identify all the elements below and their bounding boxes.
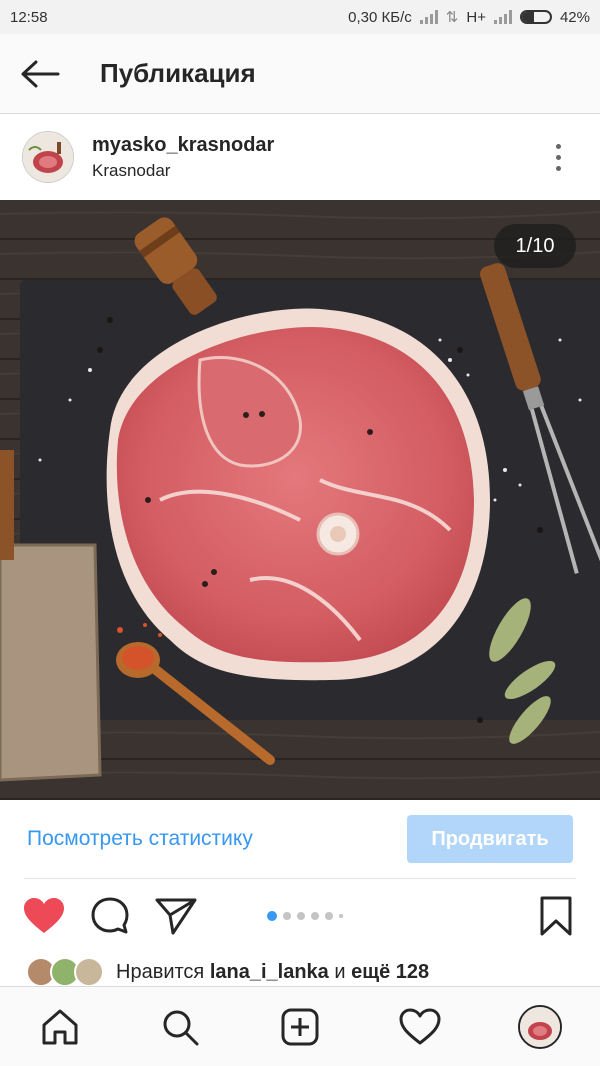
battery-percent: 42% bbox=[559, 8, 590, 26]
network-speed: 0,30 КБ/с bbox=[348, 8, 412, 26]
divider bbox=[24, 878, 576, 879]
more-options-button[interactable] bbox=[538, 127, 578, 187]
stats-row: Посмотреть статистику Продвигать bbox=[0, 800, 600, 878]
post-photo[interactable]: 1/10 bbox=[0, 200, 600, 800]
paper-plane-icon bbox=[155, 898, 197, 935]
view-stats-link[interactable]: Посмотреть статистику bbox=[27, 827, 253, 851]
home-icon bbox=[42, 1009, 78, 1044]
profile-avatar bbox=[518, 1004, 562, 1049]
bookmark-icon bbox=[540, 896, 572, 936]
network-type: H+ bbox=[466, 8, 486, 26]
nav-search[interactable] bbox=[150, 997, 210, 1057]
carousel-dot bbox=[267, 911, 277, 921]
signal-icon bbox=[419, 10, 438, 24]
post-header: myasko_krasnodar Krasnodar bbox=[0, 114, 600, 200]
promote-button[interactable]: Продвигать bbox=[407, 815, 573, 863]
heart-icon bbox=[399, 1008, 441, 1044]
liker-avatar bbox=[74, 957, 104, 987]
arrow-left-icon bbox=[21, 60, 60, 87]
likes-others[interactable]: ещё 128 bbox=[351, 961, 429, 983]
nav-profile[interactable] bbox=[510, 997, 570, 1057]
likes-connector: и bbox=[334, 960, 346, 983]
heart-filled-icon bbox=[24, 898, 64, 933]
nav-activity[interactable] bbox=[390, 997, 450, 1057]
liker-avatars[interactable] bbox=[26, 957, 106, 987]
post-actions bbox=[0, 880, 600, 952]
status-time: 12:58 bbox=[10, 8, 48, 26]
app-bar: Публикация bbox=[0, 34, 600, 114]
comment-icon bbox=[91, 897, 129, 934]
author-info: myasko_krasnodar Krasnodar bbox=[92, 134, 538, 181]
battery-icon bbox=[519, 10, 552, 24]
nav-home[interactable] bbox=[30, 997, 90, 1057]
photo-counter: 1/10 bbox=[494, 224, 576, 268]
carousel-dot bbox=[297, 912, 305, 920]
like-button[interactable] bbox=[22, 894, 66, 938]
back-button[interactable] bbox=[0, 34, 80, 114]
bottom-nav bbox=[0, 986, 600, 1066]
carousel-dot bbox=[325, 912, 333, 920]
nav-add-post[interactable] bbox=[270, 997, 330, 1057]
save-button[interactable] bbox=[534, 894, 578, 938]
status-bar: 12:58 0,30 КБ/с ⇅ H+ 42% bbox=[0, 0, 600, 34]
signal-icon-2 bbox=[493, 10, 512, 24]
carousel-dot bbox=[283, 912, 291, 920]
location[interactable]: Krasnodar bbox=[92, 161, 538, 181]
page-title: Публикация bbox=[100, 58, 256, 88]
carousel-dot bbox=[311, 912, 319, 920]
liker-username[interactable]: lana_i_lanka bbox=[210, 961, 329, 983]
username[interactable]: myasko_krasnodar bbox=[92, 134, 538, 157]
data-transfer-icon: ⇅ bbox=[445, 9, 459, 26]
likes-prefix: Нравится bbox=[116, 960, 205, 983]
likes-text[interactable]: Нравится lana_i_lanka и ещё 128 bbox=[116, 961, 429, 984]
status-right: 0,30 КБ/с ⇅ H+ 42% bbox=[348, 8, 590, 27]
author-avatar[interactable] bbox=[22, 131, 74, 183]
comment-button[interactable] bbox=[88, 894, 132, 938]
share-button[interactable] bbox=[154, 894, 198, 938]
add-post-icon bbox=[281, 1008, 319, 1045]
carousel-dot bbox=[339, 914, 343, 918]
photo-image bbox=[0, 200, 600, 800]
carousel-indicator bbox=[267, 911, 343, 921]
more-icon bbox=[555, 143, 561, 149]
avatar-image bbox=[23, 132, 73, 182]
search-icon bbox=[163, 1010, 199, 1045]
